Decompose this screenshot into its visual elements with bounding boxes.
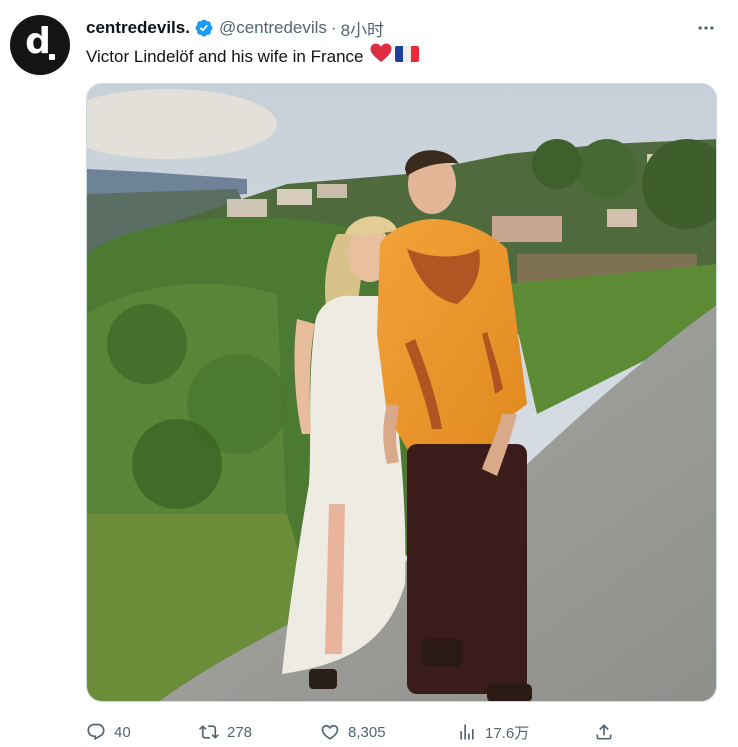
like-button[interactable]: 8,305 (320, 718, 386, 746)
views-button[interactable]: 17.6万 (457, 718, 529, 746)
france-flag-emoji (394, 45, 419, 69)
retweet-count: 278 (227, 723, 253, 741)
timestamp[interactable]: 8小时 (341, 16, 384, 41)
tweet[interactable]: d centredevils. @centredevils · 8小时 Vict… (0, 0, 738, 747)
like-count: 8,305 (348, 723, 386, 741)
avatar-logo-dot (49, 54, 55, 60)
user-handle[interactable]: @centredevils (219, 18, 327, 38)
reply-button[interactable]: 40 (86, 718, 131, 746)
retweet-icon (199, 722, 219, 742)
verified-badge-icon[interactable] (194, 18, 214, 38)
tweet-photo[interactable] (86, 83, 717, 702)
views-count: 17.6万 (485, 724, 530, 742)
reply-count: 40 (114, 723, 131, 741)
avatar-logo-letter: d (25, 21, 51, 62)
share-button[interactable] (594, 718, 614, 746)
share-icon (594, 722, 614, 742)
avatar[interactable]: d (10, 15, 70, 75)
reply-icon (86, 722, 106, 742)
heart-icon (320, 722, 340, 742)
display-name[interactable]: centredevils. (86, 18, 190, 38)
retweet-button[interactable]: 278 (199, 718, 252, 746)
tweet-text-content: Victor Lindelöf and his wife in France (86, 46, 364, 66)
analytics-icon (457, 722, 477, 742)
header-separator: · (330, 18, 337, 37)
more-options-icon[interactable] (694, 16, 718, 40)
tweet-text: Victor Lindelöf and his wife in France (86, 43, 419, 70)
tweet-header: centredevils. @centredevils · 8小时 (86, 16, 384, 40)
red-heart-emoji (370, 43, 392, 70)
tweet-action-bar: 40 278 8,305 17.6万 (86, 718, 626, 746)
